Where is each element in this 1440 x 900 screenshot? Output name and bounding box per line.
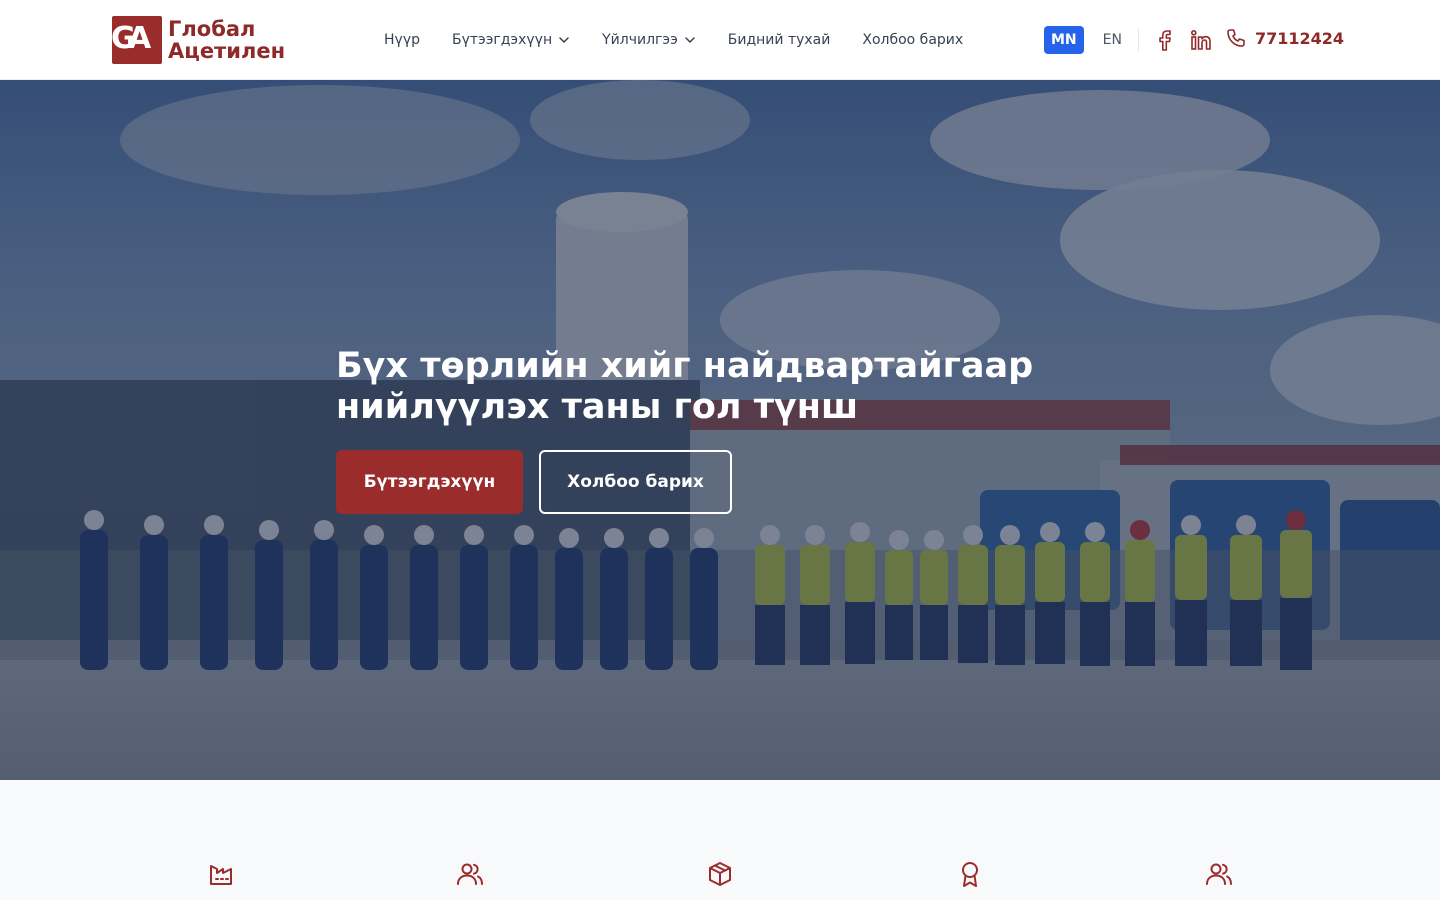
factory-icon bbox=[210, 865, 232, 885]
logo-letter-a: A bbox=[128, 21, 151, 56]
logo-text: Глобал Ацетилен bbox=[168, 18, 285, 62]
award-icon bbox=[962, 862, 978, 887]
products-button[interactable]: Бүтээгдэхүүн bbox=[336, 450, 523, 514]
nav-item-services[interactable]: Үйлчилгээ bbox=[602, 32, 696, 48]
facebook-link[interactable] bbox=[1156, 29, 1174, 55]
site-header: G A Глобал Ацетилен Нүүр Бүтээгдэхүүн Үй… bbox=[0, 0, 1440, 80]
lang-en-button[interactable]: EN bbox=[1096, 26, 1129, 54]
chevron-down-icon bbox=[559, 37, 569, 43]
hero-overlay bbox=[0, 80, 1440, 780]
logo-mark: G A bbox=[111, 16, 162, 64]
contact-button[interactable]: Холбоо барих bbox=[539, 450, 732, 514]
facebook-icon bbox=[1159, 30, 1171, 51]
logo-name-line1: Глобал bbox=[168, 17, 256, 41]
nav-item-label: Бидний тухай bbox=[727, 32, 831, 48]
language-switcher: MN EN bbox=[1044, 26, 1129, 54]
users-icon bbox=[1206, 863, 1232, 885]
nav-item-label: Бүтээгдэхүүн bbox=[451, 32, 553, 48]
logo[interactable]: G A Глобал Ацетилен bbox=[111, 16, 285, 64]
phone-number: 77112424 bbox=[1255, 28, 1345, 48]
phone-link[interactable]: 77112424 bbox=[1226, 28, 1344, 48]
main-nav: Нүүр Бүтээгдэхүүн Үйлчилгээ Бидний тухай… bbox=[384, 0, 995, 80]
nav-item-label: Холбоо барих bbox=[862, 32, 964, 48]
phone-icon bbox=[1227, 29, 1245, 47]
logo-name-line2: Ацетилен bbox=[168, 39, 286, 63]
lang-mn-button[interactable]: MN bbox=[1044, 26, 1084, 54]
hero-title: Бүх төрлийн хийг найдвартайгаар нийлүүлэ… bbox=[336, 346, 1096, 428]
hero-title-line2: нийлүүлэх таны гол түнш bbox=[336, 387, 859, 427]
nav-item-products[interactable]: Бүтээгдэхүүн bbox=[452, 32, 570, 48]
features-section bbox=[0, 780, 1440, 900]
hero-section: Бүх төрлийн хийг найдвартайгаар нийлүүлэ… bbox=[0, 80, 1440, 780]
nav-item-contact[interactable]: Холбоо барих bbox=[862, 32, 963, 48]
nav-item-home[interactable]: Нүүр bbox=[384, 32, 420, 48]
nav-item-label: Үйлчилгээ bbox=[602, 32, 678, 48]
logo-letter-g: G bbox=[111, 21, 136, 56]
header-divider bbox=[1138, 28, 1139, 52]
chevron-down-icon bbox=[685, 37, 695, 43]
users-icon bbox=[457, 863, 483, 885]
linkedin-icon bbox=[1190, 29, 1211, 50]
hero-title-line1: Бүх төрлийн хийг найдвартайгаар bbox=[336, 346, 1034, 386]
nav-item-about[interactable]: Бидний тухай bbox=[728, 32, 831, 48]
package-icon bbox=[709, 862, 731, 886]
nav-item-label: Нүүр bbox=[384, 32, 420, 48]
linkedin-link[interactable] bbox=[1190, 29, 1212, 55]
